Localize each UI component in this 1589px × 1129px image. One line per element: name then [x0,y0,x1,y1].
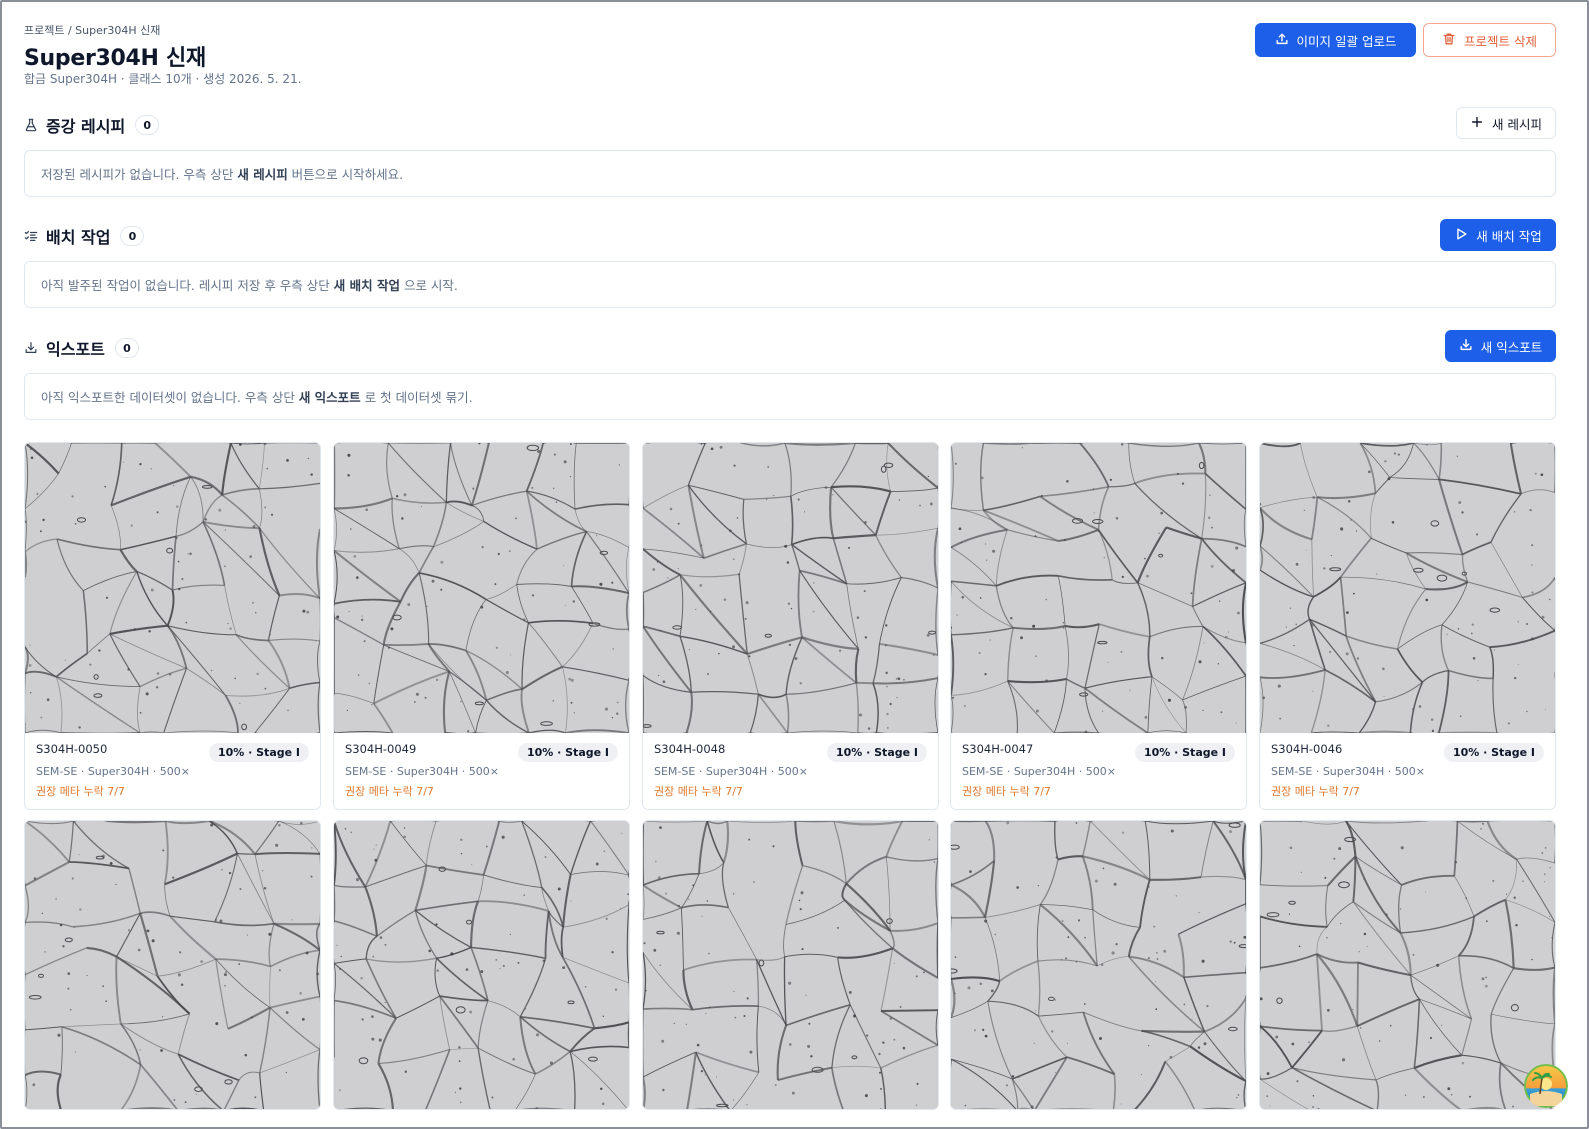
micrograph-thumbnail[interactable] [1260,821,1555,1109]
class-badge: 10% · Stage I [1134,743,1235,762]
project-subtitle: 합금 Super304H · 클래스 10개 · 생성 2026. 5. 21. [24,72,302,86]
micrograph-thumbnail[interactable] [951,821,1246,1109]
exports-section-header: 익스포트 0 [24,336,139,360]
recipes-empty-text-pre: 저장된 레시피가 없습니다. 우측 상단 [41,167,238,182]
image-card[interactable] [24,820,321,1110]
micrograph-thumbnail[interactable] [334,443,629,733]
download-icon [24,341,38,355]
image-card[interactable] [642,820,939,1110]
micrograph-thumbnail[interactable] [643,821,938,1109]
assistant-avatar-button[interactable] [1524,1064,1568,1108]
recipes-count-badge: 0 [135,115,160,135]
class-badge: 10% · Stage I [208,743,309,762]
download-icon [1459,338,1473,355]
micrograph-thumbnail[interactable] [1260,443,1555,733]
micrograph-thumbnail[interactable] [951,443,1246,733]
exports-section-title: 익스포트 [46,340,105,359]
play-icon [1454,227,1468,244]
micrograph-thumbnail[interactable] [334,821,629,1109]
new-recipe-label: 새 레시피 [1492,116,1542,132]
micrograph-thumbnail[interactable] [25,821,320,1109]
batches-empty-text-bold: 새 배치 작업 [333,278,400,293]
breadcrumb[interactable]: 프로젝트 / Super304H 신재 [24,22,160,38]
image-card[interactable]: S304H-0047 10% · Stage I SEM-SE · Super3… [950,442,1247,810]
batches-empty-text-pre: 아직 발주된 작업이 없습니다. 레시피 저장 후 우측 상단 [41,278,334,293]
micrograph-thumbnail[interactable] [25,443,320,733]
bulk-upload-label: 이미지 일괄 업로드 [1296,33,1397,49]
batches-section-title: 배치 작업 [46,228,111,247]
exports-count-badge: 0 [114,338,139,358]
list-check-icon [24,229,38,243]
flask-icon [24,118,38,132]
class-badge: 10% · Stage I [517,743,618,762]
exports-empty-text-bold: 새 익스포트 [298,390,361,405]
bulk-upload-button[interactable]: 이미지 일괄 업로드 [1255,23,1416,57]
exports-empty-text-pre: 아직 익스포트한 데이터셋이 없습니다. 우측 상단 [41,390,299,405]
delete-project-label: 프로젝트 삭제 [1464,33,1537,49]
trash-icon [1442,32,1456,49]
image-card[interactable]: S304H-0050 10% · Stage I SEM-SE · Super3… [24,442,321,810]
new-recipe-button[interactable]: 새 레시피 [1456,107,1556,139]
image-card[interactable]: S304H-0046 10% · Stage I SEM-SE · Super3… [1259,442,1556,810]
new-batch-label: 새 배치 작업 [1476,228,1542,244]
image-meta: SEM-SE · Super304H · 500× [36,765,191,778]
batches-empty-text-post: 으로 시작. [399,278,458,293]
exports-empty-text-post: 로 첫 데이터셋 묶기. [360,390,473,405]
missing-meta-warning: 권장 메타 누락 7/7 [654,785,743,798]
batches-empty-state: 아직 발주된 작업이 없습니다. 레시피 저장 후 우측 상단 새 배치 작업 … [24,261,1556,308]
new-export-label: 새 익스포트 [1480,339,1543,355]
missing-meta-warning: 권장 메타 누락 7/7 [36,785,125,798]
missing-meta-warning: 권장 메타 누락 7/7 [345,785,434,798]
recipes-empty-text-post: 버튼으로 시작하세요. [287,167,404,182]
missing-meta-warning: 권장 메타 누락 7/7 [1271,785,1360,798]
image-meta: SEM-SE · Super304H · 500× [654,765,809,778]
batches-section-header: 배치 작업 0 [24,224,145,248]
image-card[interactable] [333,820,630,1110]
recipes-empty-state: 저장된 레시피가 없습니다. 우측 상단 새 레시피 버튼으로 시작하세요. [24,150,1556,197]
batches-count-badge: 0 [120,226,145,246]
class-badge: 10% · Stage I [1443,743,1544,762]
plus-icon [1470,115,1484,132]
recipes-section-header: 증강 레시피 0 [24,113,160,137]
beach-avatar-icon [1524,1064,1568,1108]
new-export-button[interactable]: 새 익스포트 [1445,330,1556,362]
micrograph-thumbnail[interactable] [643,443,938,733]
page-title: Super304H 신재 [24,46,206,71]
image-card[interactable] [1259,820,1556,1110]
image-meta: SEM-SE · Super304H · 500× [1271,765,1426,778]
recipes-section-title: 증강 레시피 [46,117,126,136]
recipes-empty-text-bold: 새 레시피 [237,167,288,182]
image-card[interactable]: S304H-0048 10% · Stage I SEM-SE · Super3… [642,442,939,810]
upload-icon [1275,32,1289,49]
class-badge: 10% · Stage I [826,743,927,762]
new-batch-button[interactable]: 새 배치 작업 [1440,219,1556,251]
image-card[interactable] [950,820,1247,1110]
exports-empty-state: 아직 익스포트한 데이터셋이 없습니다. 우측 상단 새 익스포트 로 첫 데이… [24,373,1556,420]
app-window: 프로젝트 / Super304H 신재 Super304H 신재 합금 Supe… [0,0,1589,1129]
image-meta: SEM-SE · Super304H · 500× [962,765,1117,778]
missing-meta-warning: 권장 메타 누락 7/7 [962,785,1051,798]
delete-project-button[interactable]: 프로젝트 삭제 [1423,23,1556,57]
image-meta: SEM-SE · Super304H · 500× [345,765,500,778]
image-card[interactable]: S304H-0049 10% · Stage I SEM-SE · Super3… [333,442,630,810]
